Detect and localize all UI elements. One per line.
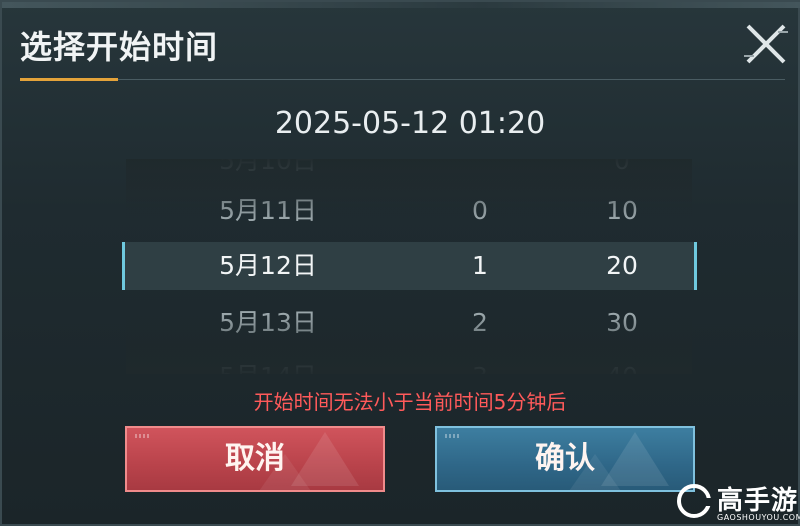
hour-option[interactable]: 2: [430, 295, 530, 351]
top-decoration: [2, 2, 800, 8]
watermark: 高手游 GAOSHOUYOU.COM: [675, 480, 800, 526]
date-option[interactable]: 5月13日: [168, 295, 368, 351]
minute-option[interactable]: 10: [572, 183, 672, 239]
close-button[interactable]: [740, 20, 792, 68]
date-column[interactable]: 5月10日 5月11日 5月12日 5月13日 5月14日: [168, 159, 368, 374]
selection-edge-right: [694, 242, 697, 290]
confirm-button[interactable]: 确认: [435, 426, 695, 492]
hour-column[interactable]: 0 1 2 3: [430, 159, 530, 374]
title-divider: [20, 79, 785, 80]
minute-option-selected[interactable]: 20: [572, 238, 672, 294]
current-time-display: 2025-05-12 01:20: [274, 106, 546, 141]
dialog-title: 选择开始时间: [20, 28, 219, 66]
button-decoration: [445, 434, 461, 438]
watermark-name: 高手游: [717, 486, 799, 516]
title-accent-bar: [20, 78, 118, 81]
minute-option[interactable]: 30: [572, 295, 672, 351]
time-picker-dialog: 选择开始时间 2025-05-12 01:20 5月10日 5月11日 5月12…: [0, 0, 800, 526]
watermark-logo-icon: [677, 484, 713, 518]
watermark-site: GAOSHOUYOU.COM: [717, 513, 800, 522]
selection-edge-left: [122, 242, 125, 290]
hour-option-selected[interactable]: 1: [430, 238, 530, 294]
date-option-selected[interactable]: 5月12日: [168, 238, 368, 294]
date-time-picker[interactable]: 5月10日 5月11日 5月12日 5月13日 5月14日 0 1 2 3 0 …: [126, 159, 692, 374]
minute-option[interactable]: 40: [572, 349, 672, 374]
hour-option[interactable]: 0: [430, 183, 530, 239]
date-option[interactable]: 5月14日: [168, 349, 368, 374]
date-option[interactable]: 5月11日: [168, 183, 368, 239]
cancel-button[interactable]: 取消: [125, 426, 385, 492]
close-x-icon: [744, 24, 788, 64]
button-decoration: [135, 434, 151, 438]
minute-column[interactable]: 0 10 20 30 40: [572, 159, 672, 374]
hour-option[interactable]: 3: [430, 349, 530, 374]
validation-warning: 开始时间无法小于当前时间5分钟后: [253, 390, 567, 414]
confirm-button-label: 确认: [535, 441, 595, 476]
cancel-button-label: 取消: [225, 441, 285, 476]
